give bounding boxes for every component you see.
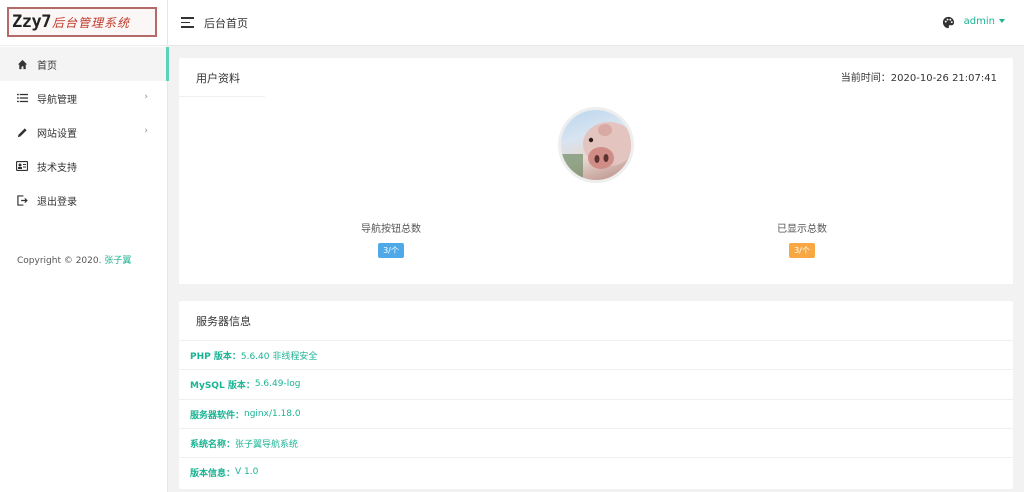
- page-title: 后台首页: [204, 17, 248, 30]
- copyright-text: Copyright © 2020.: [17, 256, 102, 266]
- avatar: [558, 107, 634, 183]
- sidebar-divider: [0, 45, 168, 46]
- user-menu[interactable]: admin: [964, 16, 1005, 27]
- chevron-right-icon: ›: [144, 126, 148, 136]
- count-badge: 3/个: [789, 243, 815, 258]
- logo-text: Zzy7: [12, 12, 51, 32]
- stat-label: 导航按钮总数: [361, 224, 421, 235]
- stat-label: 已显示总数: [777, 224, 827, 235]
- logout-icon: [16, 194, 28, 206]
- info-key: MySQL 版本：: [190, 380, 255, 391]
- sidebar-item-label: 导航管理: [37, 94, 77, 106]
- copyright-author-link[interactable]: 张子翼: [104, 256, 131, 266]
- info-value: 5.6.40 非线程安全: [240, 351, 318, 362]
- sidebar-item-label: 网站设置: [37, 128, 77, 140]
- list-icon: [16, 92, 28, 104]
- stat-nav-buttons: 导航按钮总数 3/个: [291, 220, 491, 258]
- logo[interactable]: Zzy7 后台管理系统: [7, 7, 157, 37]
- current-time: 当前时间：2020-10-26 21:07:41: [840, 73, 997, 84]
- home-icon: [16, 58, 28, 70]
- chevron-right-icon: ›: [144, 92, 148, 102]
- card-title: 用户资料: [196, 72, 240, 85]
- top-header: 后台首页 admin: [168, 0, 1024, 46]
- id-card-icon: [16, 160, 28, 172]
- palette-icon[interactable]: [942, 16, 955, 29]
- info-row-version: 版本信息： V 1.0: [179, 457, 1013, 486]
- divider: [179, 96, 265, 97]
- sidebar-item-label: 首页: [37, 60, 57, 72]
- sidebar-item-site-settings[interactable]: 网站设置 ›: [0, 115, 168, 149]
- info-key: 系统名称：: [190, 439, 236, 450]
- sidebar: Zzy7 后台管理系统 首页 导航管理 › 网站设置 › 技术支持 退出登录 C…: [0, 0, 169, 492]
- copyright: Copyright © 2020. 张子翼: [17, 253, 131, 266]
- info-key: PHP 版本：: [190, 351, 241, 362]
- info-value: 张子翼导航系统: [235, 439, 299, 450]
- sidebar-item-nav-manage[interactable]: 导航管理 ›: [0, 81, 168, 115]
- sidebar-item-label: 技术支持: [37, 162, 77, 174]
- info-value: 5.6.49-log: [254, 379, 301, 389]
- info-row-mysql: MySQL 版本： 5.6.49-log: [179, 369, 1013, 398]
- server-info-card: 服务器信息 PHP 版本： 5.6.40 非线程安全 MySQL 版本： 5.6.4…: [179, 301, 1013, 489]
- pencil-icon: [16, 126, 28, 138]
- count-badge: 3/个: [378, 243, 404, 258]
- info-key: 版本信息：: [190, 468, 236, 479]
- menu-toggle-icon[interactable]: [181, 17, 194, 28]
- info-value: V 1.0: [235, 467, 259, 477]
- info-key: 服务器软件：: [190, 410, 245, 421]
- sidebar-item-logout[interactable]: 退出登录: [0, 183, 168, 217]
- info-row-php: PHP 版本： 5.6.40 非线程安全: [179, 340, 1013, 369]
- sidebar-menu: 首页 导航管理 › 网站设置 › 技术支持 退出登录: [0, 47, 169, 217]
- username: admin: [963, 16, 995, 27]
- sidebar-item-label: 退出登录: [37, 196, 77, 208]
- card-title: 服务器信息: [196, 315, 251, 328]
- stat-displayed: 已显示总数 3/个: [702, 220, 902, 258]
- info-row-server-software: 服务器软件： nginx/1.18.0: [179, 399, 1013, 428]
- caret-down-icon: [999, 19, 1005, 23]
- info-value: nginx/1.18.0: [244, 409, 301, 419]
- sidebar-item-tech-support[interactable]: 技术支持: [0, 149, 168, 183]
- sidebar-item-home[interactable]: 首页: [0, 47, 169, 81]
- logo-subtitle: 后台管理系统: [51, 15, 130, 30]
- info-row-system-name: 系统名称： 张子翼导航系统: [179, 428, 1013, 457]
- profile-card: 用户资料 当前时间：2020-10-26 21:07:41 导航按钮总数 3/个…: [179, 58, 1013, 284]
